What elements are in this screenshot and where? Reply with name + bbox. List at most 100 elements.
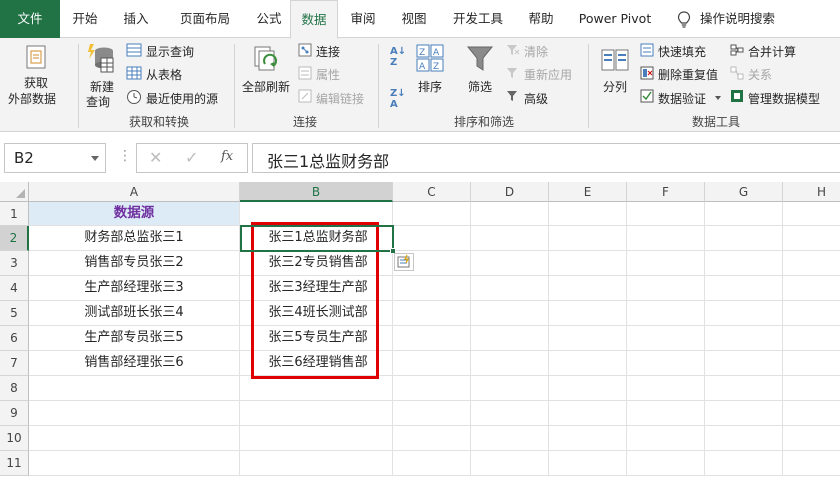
- cell-c6[interactable]: [393, 326, 471, 351]
- cell-f3[interactable]: [627, 251, 705, 276]
- cell-d6[interactable]: [471, 326, 549, 351]
- cell-g11[interactable]: [705, 451, 783, 476]
- tab-review[interactable]: 审阅: [340, 0, 386, 38]
- cell-b8[interactable]: [240, 376, 393, 401]
- cell-e7[interactable]: [549, 351, 627, 376]
- cell-g5[interactable]: [705, 301, 783, 326]
- cell-h8[interactable]: [783, 376, 840, 401]
- row-header-6[interactable]: 6: [0, 326, 29, 351]
- cell-a5[interactable]: 测试部班长张三4: [29, 301, 240, 326]
- column-header-e[interactable]: E: [549, 182, 627, 202]
- tab-page-layout[interactable]: 页面布局: [162, 0, 248, 38]
- cell-h3[interactable]: [783, 251, 840, 276]
- cell-c4[interactable]: [393, 276, 471, 301]
- cell-e2[interactable]: [549, 226, 627, 251]
- chevron-down-icon[interactable]: [91, 156, 99, 161]
- row-header-11[interactable]: 11: [0, 451, 29, 476]
- row-header-1[interactable]: 1: [0, 202, 29, 226]
- cell-g2[interactable]: [705, 226, 783, 251]
- tab-power-pivot[interactable]: Power Pivot: [568, 0, 662, 38]
- cell-d9[interactable]: [471, 401, 549, 426]
- cell-f2[interactable]: [627, 226, 705, 251]
- cell-b11[interactable]: [240, 451, 393, 476]
- tab-formulas[interactable]: 公式: [248, 0, 290, 38]
- cell-a6[interactable]: 生产部专员张三5: [29, 326, 240, 351]
- cell-b9[interactable]: [240, 401, 393, 426]
- cell-e9[interactable]: [549, 401, 627, 426]
- tab-insert[interactable]: 插入: [110, 0, 162, 38]
- tab-home[interactable]: 开始: [60, 0, 110, 38]
- cell-h5[interactable]: [783, 301, 840, 326]
- cell-c7[interactable]: [393, 351, 471, 376]
- tab-developer[interactable]: 开发工具: [440, 0, 516, 38]
- cell-c5[interactable]: [393, 301, 471, 326]
- cell-a9[interactable]: [29, 401, 240, 426]
- column-header-c[interactable]: C: [393, 182, 471, 202]
- cell-d2[interactable]: [471, 226, 549, 251]
- tell-me-search[interactable]: 操作说明搜索: [700, 0, 780, 38]
- cell-e6[interactable]: [549, 326, 627, 351]
- cell-c10[interactable]: [393, 426, 471, 451]
- formula-input[interactable]: 张三1总监财务部: [252, 143, 840, 173]
- function-icon[interactable]: fx: [221, 149, 233, 164]
- cell-h11[interactable]: [783, 451, 840, 476]
- cell-e3[interactable]: [549, 251, 627, 276]
- column-header-d[interactable]: D: [471, 182, 549, 202]
- cell-g9[interactable]: [705, 401, 783, 426]
- cell-d4[interactable]: [471, 276, 549, 301]
- cell-f9[interactable]: [627, 401, 705, 426]
- cell-d1[interactable]: [471, 202, 549, 226]
- cell-a10[interactable]: [29, 426, 240, 451]
- cell-g4[interactable]: [705, 276, 783, 301]
- cell-a1[interactable]: 数据源: [29, 202, 240, 226]
- row-header-9[interactable]: 9: [0, 401, 29, 426]
- cell-g7[interactable]: [705, 351, 783, 376]
- cell-h2[interactable]: [783, 226, 840, 251]
- cell-f7[interactable]: [627, 351, 705, 376]
- cell-g1[interactable]: [705, 202, 783, 226]
- cell-a8[interactable]: [29, 376, 240, 401]
- cell-f11[interactable]: [627, 451, 705, 476]
- check-icon[interactable]: ✓: [185, 148, 198, 167]
- cell-f4[interactable]: [627, 276, 705, 301]
- row-header-10[interactable]: 10: [0, 426, 29, 451]
- tab-view[interactable]: 视图: [388, 0, 440, 38]
- cell-c8[interactable]: [393, 376, 471, 401]
- cancel-icon[interactable]: ✕: [149, 148, 162, 167]
- cell-f6[interactable]: [627, 326, 705, 351]
- tab-data[interactable]: 数据: [290, 0, 338, 39]
- cell-d7[interactable]: [471, 351, 549, 376]
- cell-f8[interactable]: [627, 376, 705, 401]
- row-header-8[interactable]: 8: [0, 376, 29, 401]
- cell-a11[interactable]: [29, 451, 240, 476]
- cell-a3[interactable]: 销售部专员张三2: [29, 251, 240, 276]
- cell-a2[interactable]: 财务部总监张三1: [29, 226, 240, 251]
- name-box[interactable]: B2: [4, 143, 106, 173]
- cell-e11[interactable]: [549, 451, 627, 476]
- cell-h6[interactable]: [783, 326, 840, 351]
- cell-h10[interactable]: [783, 426, 840, 451]
- column-header-b[interactable]: B: [240, 182, 393, 202]
- column-header-a[interactable]: A: [29, 182, 240, 202]
- row-header-3[interactable]: 3: [0, 251, 29, 276]
- cell-d11[interactable]: [471, 451, 549, 476]
- cell-f1[interactable]: [627, 202, 705, 226]
- cell-c9[interactable]: [393, 401, 471, 426]
- cell-b10[interactable]: [240, 426, 393, 451]
- worksheet-grid[interactable]: A B C D E F G H 1 2 3 4 5 6 7 8 9 10 11 …: [0, 182, 840, 484]
- select-all-button[interactable]: [0, 182, 29, 202]
- column-header-g[interactable]: G: [705, 182, 783, 202]
- cell-g8[interactable]: [705, 376, 783, 401]
- row-header-5[interactable]: 5: [0, 301, 29, 326]
- cell-d8[interactable]: [471, 376, 549, 401]
- cell-h4[interactable]: [783, 276, 840, 301]
- cell-e4[interactable]: [549, 276, 627, 301]
- column-header-h[interactable]: H: [783, 182, 840, 202]
- row-header-4[interactable]: 4: [0, 276, 29, 301]
- flash-fill-options-button[interactable]: [394, 253, 414, 271]
- cell-g6[interactable]: [705, 326, 783, 351]
- row-header-7[interactable]: 7: [0, 351, 29, 376]
- cell-e10[interactable]: [549, 426, 627, 451]
- cell-c2[interactable]: [393, 226, 471, 251]
- active-cell-b2[interactable]: [240, 225, 394, 252]
